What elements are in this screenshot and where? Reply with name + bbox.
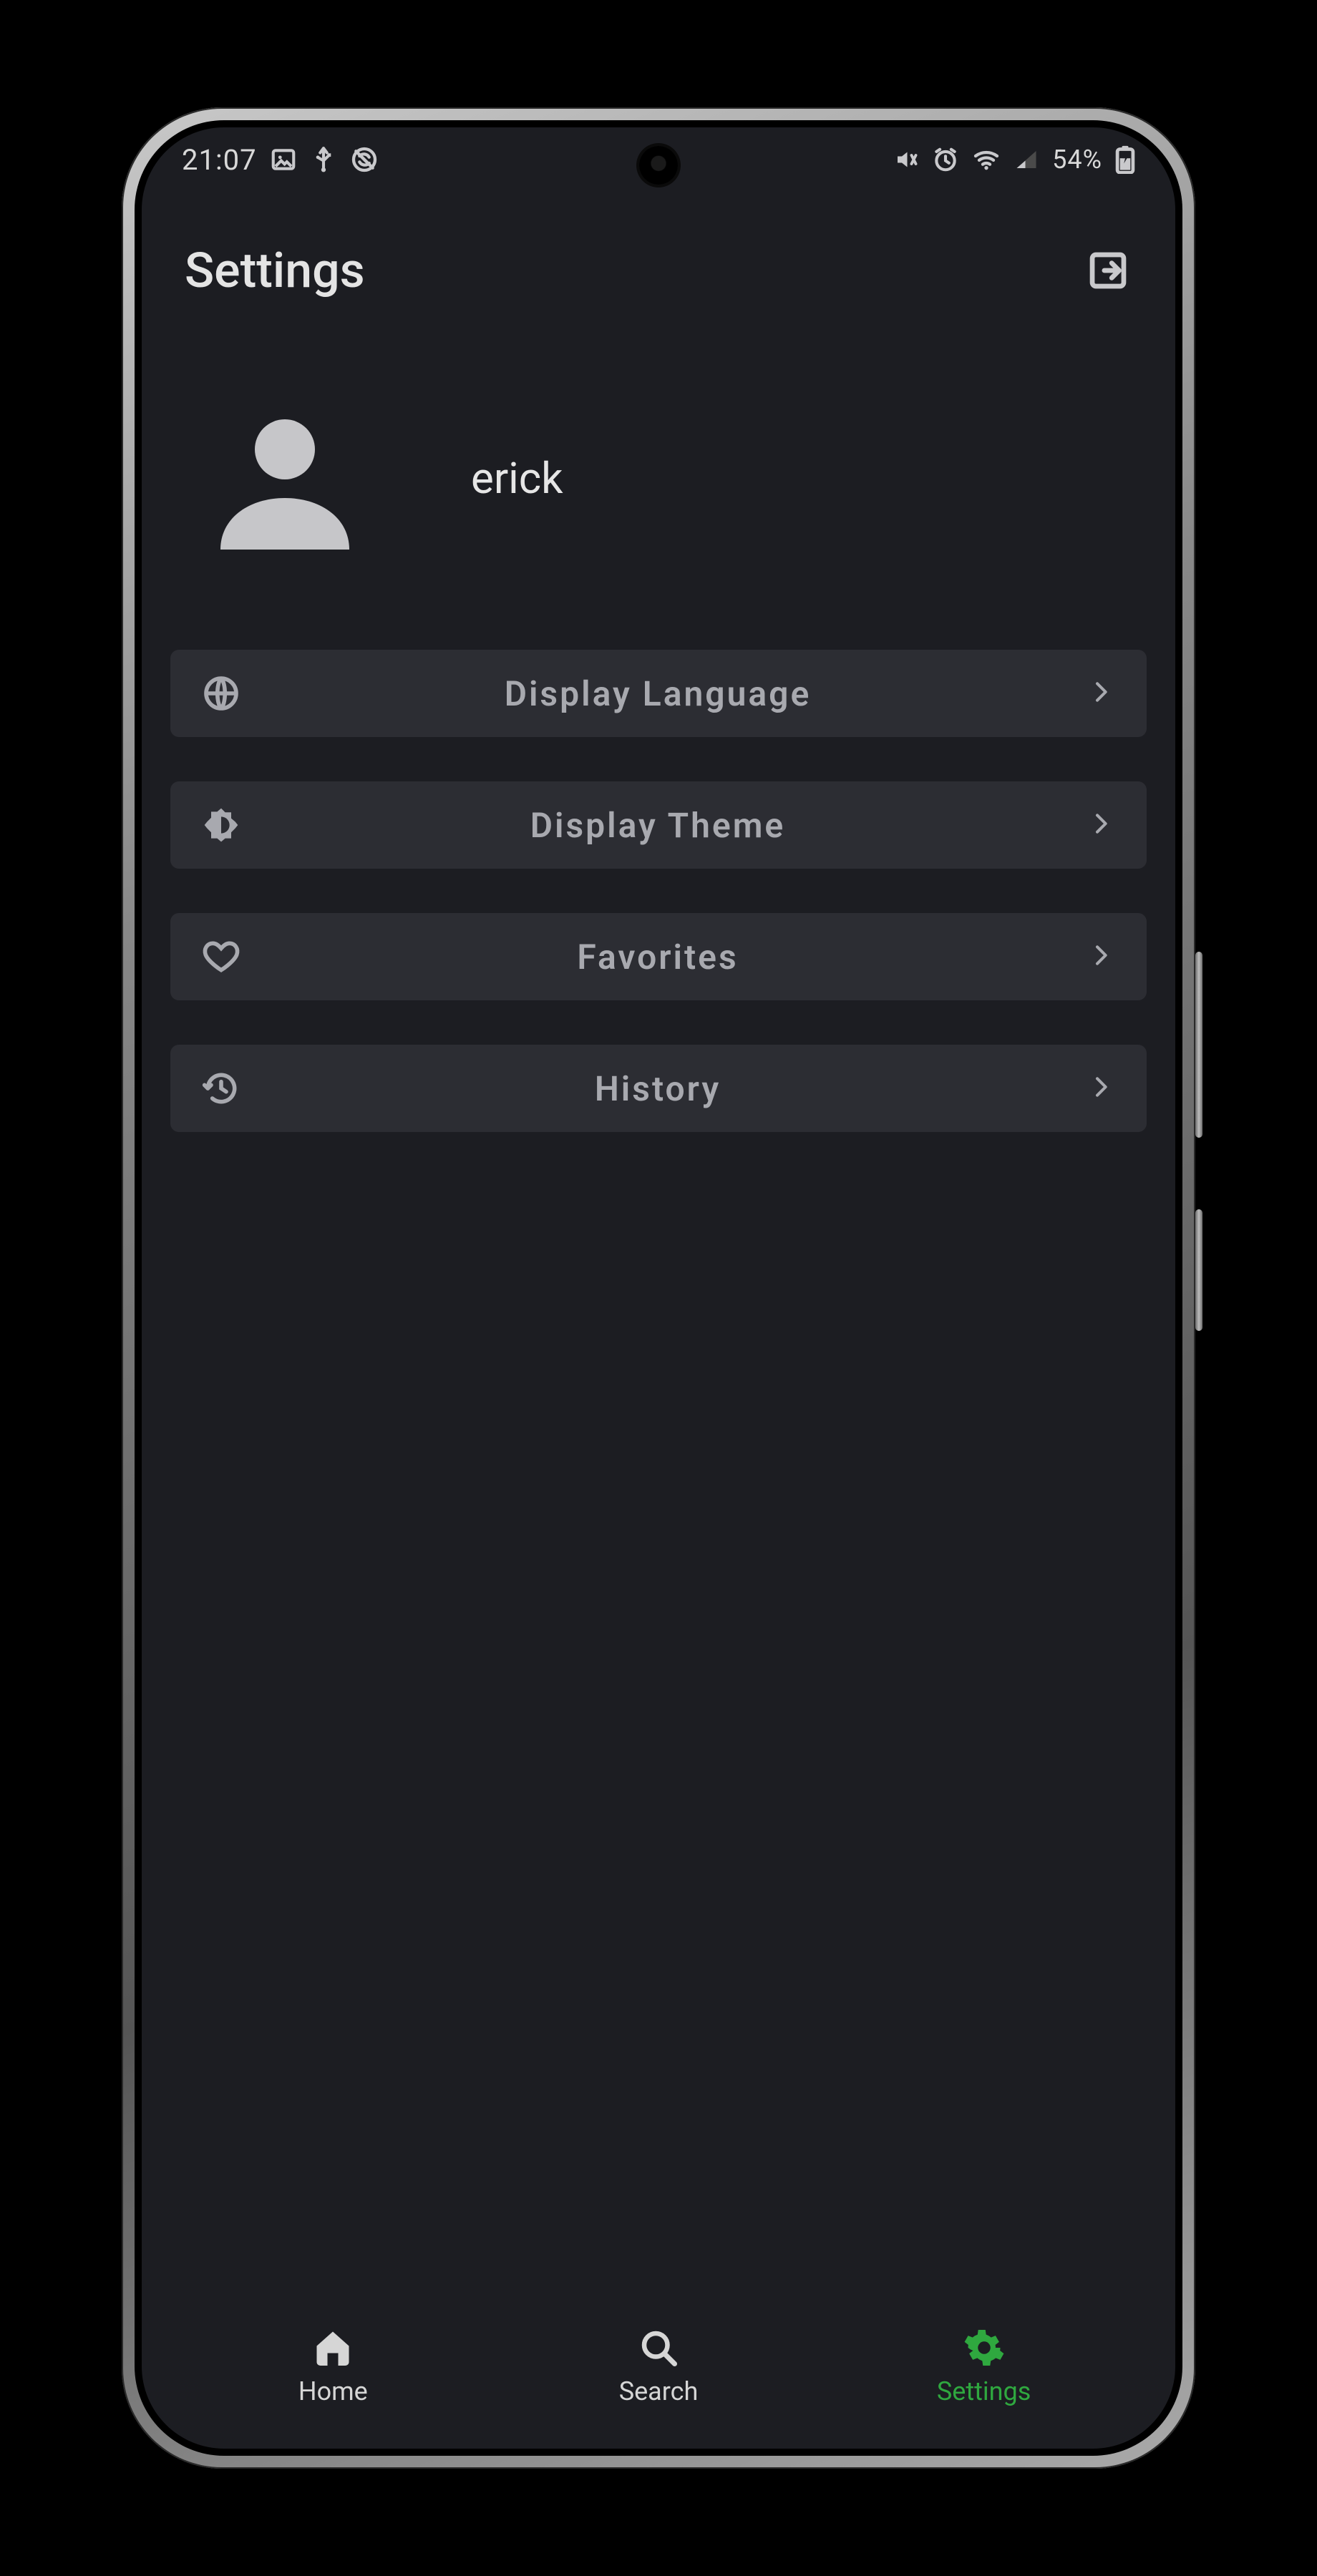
image-icon: [270, 146, 297, 173]
exit-icon: [1086, 248, 1130, 293]
settings-list: Display Language Display Theme: [142, 650, 1175, 1132]
item-label: Favorites: [243, 937, 1087, 977]
chevron-right-icon: [1087, 809, 1118, 841]
nav-home[interactable]: Home: [240, 2326, 426, 2406]
avatar: [199, 392, 371, 564]
globe-icon: [199, 671, 243, 716]
page-title: Settings: [185, 242, 365, 299]
wifi-icon: [972, 145, 1001, 174]
item-label: Display Theme: [243, 805, 1087, 846]
usb-icon: [310, 146, 337, 173]
nav-label: Settings: [937, 2376, 1031, 2406]
sync-off-icon: [350, 145, 379, 174]
home-icon: [311, 2326, 354, 2369]
status-battery: 54%: [1052, 145, 1102, 175]
history-icon: [199, 1066, 243, 1111]
profile-section[interactable]: erick: [142, 313, 1175, 650]
person-icon: [199, 392, 371, 564]
username: erick: [471, 453, 563, 504]
bottom-nav: Home Search Settings: [142, 2313, 1175, 2449]
heart-icon: [199, 935, 243, 979]
item-display-language[interactable]: Display Language: [170, 650, 1147, 737]
nav-search[interactable]: Search: [565, 2326, 752, 2406]
exit-button[interactable]: [1084, 246, 1132, 295]
gear-icon: [963, 2326, 1006, 2369]
nav-label: Search: [619, 2376, 699, 2406]
title-bar: Settings: [142, 192, 1175, 313]
screen: 21:07: [142, 127, 1175, 2449]
nav-label: Home: [298, 2376, 368, 2406]
search-icon: [637, 2326, 680, 2369]
side-button-lower: [1195, 1209, 1202, 1331]
chevron-right-icon: [1087, 678, 1118, 709]
chevron-right-icon: [1087, 941, 1118, 972]
item-label: History: [243, 1068, 1087, 1109]
item-label: Display Language: [243, 673, 1087, 714]
status-time: 21:07: [182, 143, 257, 177]
mute-icon: [893, 147, 919, 172]
item-history[interactable]: History: [170, 1045, 1147, 1132]
chevron-right-icon: [1087, 1073, 1118, 1104]
phone-frame: 21:07: [122, 107, 1195, 2469]
item-display-theme[interactable]: Display Theme: [170, 781, 1147, 869]
nav-settings[interactable]: Settings: [891, 2326, 1077, 2406]
signal-icon: [1014, 147, 1039, 172]
side-button-upper: [1195, 952, 1202, 1138]
brightness-icon: [199, 803, 243, 847]
alarm-icon: [932, 146, 959, 173]
front-camera: [639, 146, 678, 185]
item-favorites[interactable]: Favorites: [170, 913, 1147, 1000]
battery-icon: [1115, 145, 1135, 174]
